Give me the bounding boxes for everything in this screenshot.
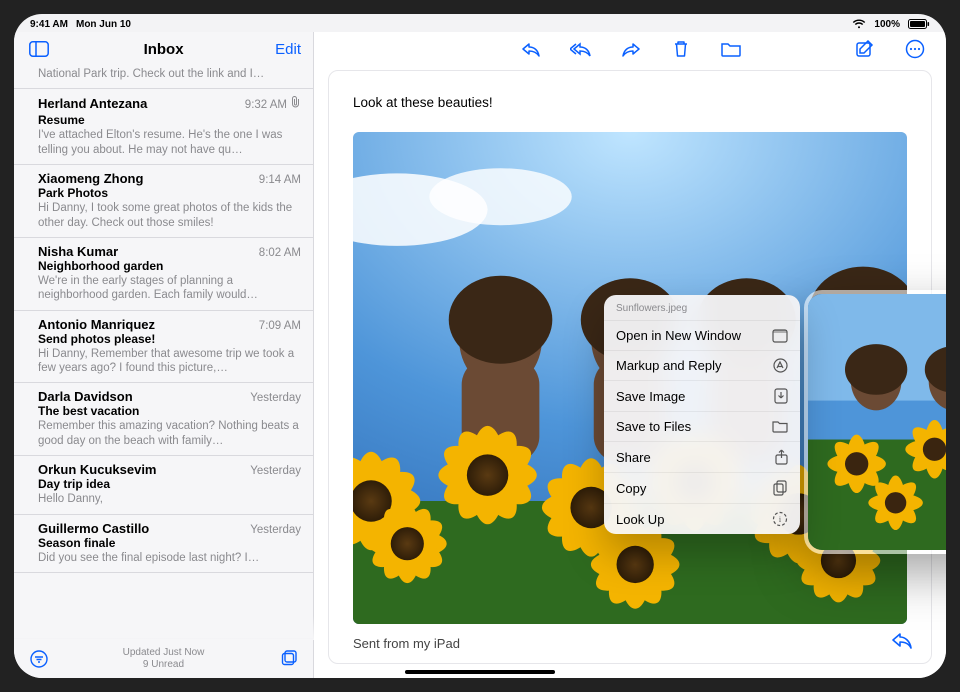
- menu-item-label: Look Up: [616, 512, 772, 527]
- folder-icon: [772, 420, 788, 433]
- mailbox-title: Inbox: [62, 41, 265, 58]
- timestamp: 7:09 AM: [259, 320, 301, 332]
- more-icon[interactable]: [902, 36, 928, 62]
- list-item[interactable]: National Park trip. Check out the link a…: [14, 67, 313, 89]
- status-time: 9:41 AM: [30, 19, 68, 30]
- copy-icon: [773, 480, 788, 496]
- list-item[interactable]: Antonio Manriquez 7:09 AMSend photos plea…: [14, 311, 313, 384]
- sender: Orkun Kucuksevim: [38, 462, 242, 477]
- subject: Day trip idea: [38, 477, 301, 491]
- lookup-icon: i: [772, 511, 788, 527]
- update-status: Updated Just Now: [52, 647, 275, 659]
- message-preview: Did you see the final episode last night…: [38, 551, 301, 565]
- menu-item-label: Markup and Reply: [616, 358, 773, 373]
- unread-count: 9 Unread: [52, 659, 275, 671]
- menu-item-label: Save to Files: [616, 419, 772, 434]
- menu-item-look-up[interactable]: Look Up i: [604, 503, 800, 534]
- subject: Resume: [38, 113, 301, 127]
- wifi-icon: [852, 19, 866, 29]
- list-item[interactable]: Nisha Kumar 8:02 AMNeighborhood gardenWe'…: [14, 238, 313, 311]
- list-item[interactable]: Guillermo Castillo YesterdaySeason finale…: [14, 515, 313, 573]
- subject: Park Photos: [38, 186, 301, 200]
- menu-item-label: Share: [616, 450, 775, 465]
- status-date: Mon Jun 10: [76, 19, 131, 30]
- menu-item-markup-and-reply[interactable]: Markup and Reply: [604, 350, 800, 380]
- reply-all-icon[interactable]: [568, 36, 594, 62]
- forward-icon[interactable]: [618, 36, 644, 62]
- filter-icon[interactable]: [26, 646, 52, 672]
- subject: Send photos please!: [38, 332, 301, 346]
- battery-icon: [908, 19, 930, 29]
- message-preview: Hello Danny,: [38, 492, 301, 506]
- signature: Sent from my iPad: [353, 636, 907, 651]
- timestamp: 9:14 AM: [259, 174, 301, 186]
- message-body: Look at these beauties!: [353, 95, 907, 110]
- menu-item-label: Copy: [616, 481, 773, 496]
- timestamp: 8:02 AM: [259, 247, 301, 259]
- timestamp: Yesterday: [250, 465, 301, 477]
- message-preview: Hi Danny, Remember that awesome trip we …: [38, 347, 301, 376]
- svg-text:i: i: [779, 515, 782, 524]
- move-icon[interactable]: [718, 36, 744, 62]
- sender: Herland Antezana: [38, 96, 237, 111]
- mailbox-sidebar: Inbox Edit National Park trip. Check out…: [14, 32, 314, 678]
- menu-item-label: Open in New Window: [616, 328, 772, 343]
- list-item[interactable]: Herland Antezana 9:32 AM ResumeI've attach…: [14, 89, 313, 165]
- sidebar-toggle-icon[interactable]: [26, 36, 52, 62]
- trash-icon[interactable]: [668, 36, 694, 62]
- message-preview: Remember this amazing vacation? Nothing …: [38, 419, 301, 448]
- attachment-context-menu: Sunflowers.jpeg Open in New Window Markup…: [604, 295, 800, 534]
- sender: Antonio Manriquez: [38, 317, 251, 332]
- sender: Guillermo Castillo: [38, 521, 242, 536]
- timestamp: 9:32 AM: [245, 99, 287, 111]
- down-icon: [774, 388, 788, 404]
- sender: Xiaomeng Zhong: [38, 171, 251, 186]
- message-list[interactable]: National Park trip. Check out the link a…: [14, 66, 313, 638]
- reply-icon[interactable]: [518, 36, 544, 62]
- menu-item-label: Save Image: [616, 389, 774, 404]
- sender: Nisha Kumar: [38, 244, 251, 259]
- message-preview: I've attached Elton's resume. He's the o…: [38, 128, 301, 157]
- message-preview: National Park trip. Check out the link a…: [38, 67, 301, 81]
- status-bar: 9:41 AM Mon Jun 10 100%: [14, 14, 946, 32]
- message-preview: Hi Danny, I took some great photos of th…: [38, 201, 301, 230]
- menu-item-copy[interactable]: Copy: [604, 472, 800, 503]
- subject: The best vacation: [38, 404, 301, 418]
- menu-item-save-image[interactable]: Save Image: [604, 380, 800, 411]
- context-menu-title: Sunflowers.jpeg: [604, 295, 800, 320]
- list-item[interactable]: Darla Davidson YesterdayThe best vacation…: [14, 383, 313, 456]
- subject: Neighborhood garden: [38, 259, 301, 273]
- battery-text: 100%: [874, 19, 900, 30]
- sender: Darla Davidson: [38, 389, 242, 404]
- markup-icon: [773, 358, 788, 373]
- menu-item-share[interactable]: Share: [604, 441, 800, 472]
- menu-item-open-in-new-window[interactable]: Open in New Window: [604, 320, 800, 350]
- compose-icon[interactable]: [852, 36, 878, 62]
- menu-item-save-to-files[interactable]: Save to Files: [604, 411, 800, 441]
- edit-button[interactable]: Edit: [275, 41, 301, 58]
- home-indicator[interactable]: [405, 670, 555, 674]
- message-content-pane: Look at these beauties!: [314, 32, 946, 678]
- window-icon: [772, 329, 788, 343]
- timestamp: Yesterday: [250, 392, 301, 404]
- attachment-preview-popover[interactable]: [804, 290, 946, 554]
- compose-stack-icon[interactable]: [275, 646, 301, 672]
- list-item[interactable]: Xiaomeng Zhong 9:14 AMPark PhotosHi Danny…: [14, 165, 313, 238]
- subject: Season finale: [38, 536, 301, 550]
- paperclip-icon: [291, 95, 301, 113]
- list-item[interactable]: Orkun Kucuksevim YesterdayDay trip ideaHe…: [14, 456, 313, 514]
- share-icon: [775, 449, 788, 465]
- quick-reply-icon[interactable]: [889, 627, 915, 653]
- message-preview: We're in the early stages of planning a …: [38, 274, 301, 303]
- timestamp: Yesterday: [250, 524, 301, 536]
